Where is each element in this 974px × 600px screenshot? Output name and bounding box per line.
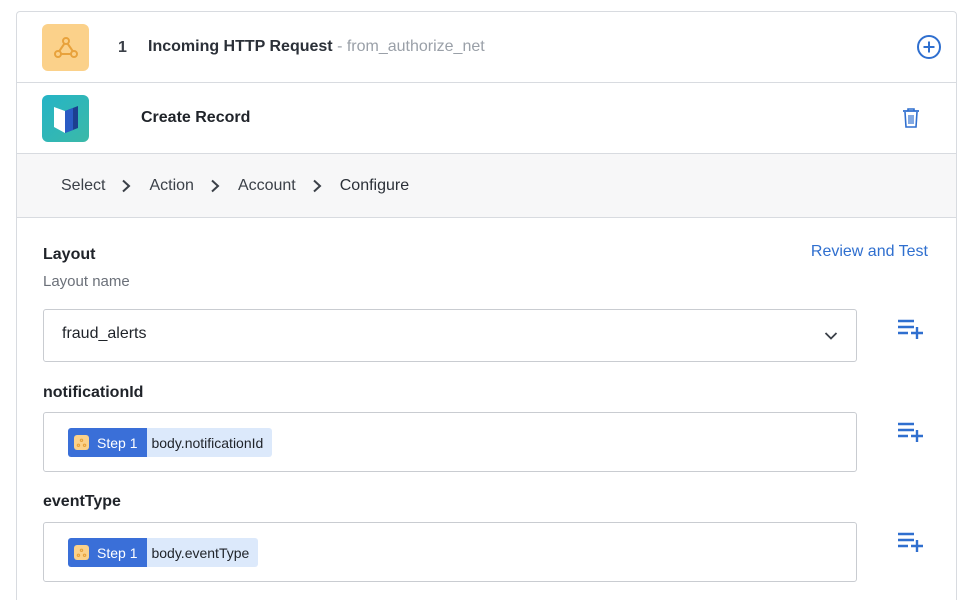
chevron-right-icon	[121, 179, 131, 193]
pill-step: Step 1	[68, 428, 148, 457]
mapped-value-pill[interactable]: Step 1 body.notificationId	[68, 428, 273, 457]
playlist-add-icon	[898, 319, 923, 339]
webhook-icon	[74, 435, 89, 450]
trigger-subtitle: - from_authorize_net	[337, 38, 485, 55]
action-step-row[interactable]: Create Record	[17, 83, 956, 154]
plus-circle-icon	[917, 35, 941, 59]
chevron-right-icon	[210, 179, 220, 193]
breadcrumb-configure[interactable]: Configure	[340, 177, 409, 195]
chevron-down-icon	[824, 328, 838, 346]
chevron-right-icon	[312, 179, 322, 193]
insert-data-button[interactable]	[897, 531, 925, 553]
trigger-step-row[interactable]: 1 Incoming HTTP Request - from_authorize…	[17, 12, 956, 83]
workflow-panel: 1 Incoming HTTP Request - from_authorize…	[16, 11, 957, 600]
trash-icon	[903, 108, 919, 128]
mapped-value-pill[interactable]: Step 1 body.eventType	[68, 538, 259, 567]
breadcrumb: Select Action Account Configure	[17, 154, 956, 218]
filemaker-icon	[42, 95, 89, 142]
webhook-icon	[42, 24, 89, 71]
notification-id-field[interactable]: Step 1 body.notificationId	[43, 412, 857, 472]
layout-help-text: Layout name	[43, 273, 130, 290]
delete-step-button[interactable]	[900, 106, 922, 130]
breadcrumb-account[interactable]: Account	[238, 177, 296, 195]
breadcrumb-select[interactable]: Select	[61, 177, 105, 195]
layout-label: Layout	[43, 246, 96, 263]
trigger-title: Incoming HTTP Request - from_authorize_n…	[148, 38, 485, 56]
step-number: 1	[118, 39, 127, 56]
playlist-add-icon	[898, 532, 923, 552]
pill-step: Step 1	[68, 538, 148, 567]
add-step-button[interactable]	[916, 34, 942, 60]
action-title: Create Record	[141, 109, 251, 126]
playlist-add-icon	[898, 422, 923, 442]
webhook-icon	[74, 545, 89, 560]
pill-step-label: Step 1	[97, 434, 138, 451]
notification-id-label: notificationId	[43, 384, 144, 401]
insert-data-button[interactable]	[897, 421, 925, 443]
event-type-field[interactable]: Step 1 body.eventType	[43, 522, 857, 582]
pill-step-label: Step 1	[97, 544, 138, 561]
layout-select-value: fraud_alerts	[62, 325, 147, 342]
pill-path: body.eventType	[147, 538, 259, 567]
event-type-label: eventType	[43, 493, 121, 510]
pill-path: body.notificationId	[147, 428, 273, 457]
layout-select[interactable]: fraud_alerts	[43, 309, 857, 362]
review-and-test-link[interactable]: Review and Test	[811, 243, 928, 261]
trigger-name: Incoming HTTP Request	[148, 38, 333, 55]
breadcrumb-action[interactable]: Action	[149, 177, 193, 195]
insert-data-button[interactable]	[897, 318, 925, 340]
